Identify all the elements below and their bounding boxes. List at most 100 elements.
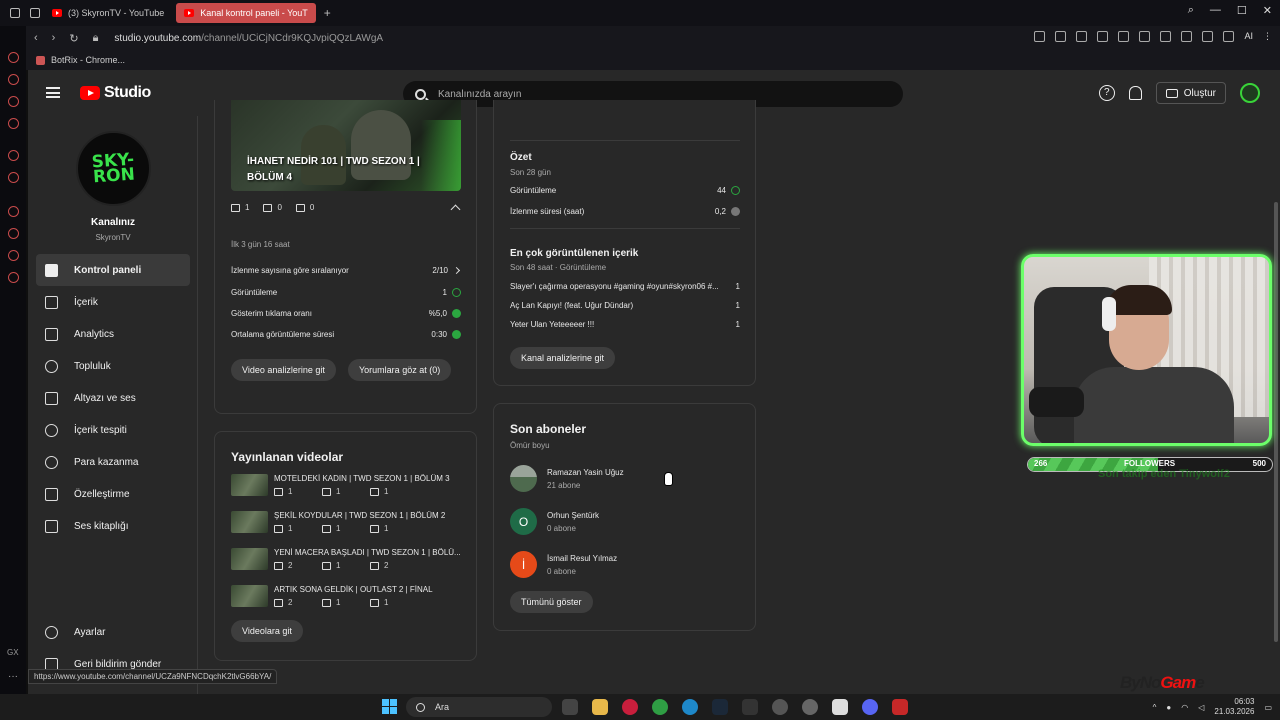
wifi-icon[interactable]: ◠ bbox=[1181, 703, 1188, 712]
subscriber-row[interactable]: Ramazan Yasin Uğuz 21 abone bbox=[510, 465, 740, 493]
channel-analytics-button[interactable]: Kanal analizlerine git bbox=[510, 347, 616, 369]
sidebar-item-content[interactable]: İçerik bbox=[36, 286, 190, 318]
latest-video-thumbnail[interactable]: İHANET NEDİR 101 | TWD SEZON 1 | BÖLÜM 4 bbox=[231, 100, 461, 191]
back-icon[interactable]: ‹ bbox=[34, 32, 38, 45]
forward-icon[interactable]: › bbox=[52, 32, 56, 45]
chevron-up-icon[interactable]: ^ bbox=[1153, 703, 1157, 712]
heart-icon[interactable] bbox=[1118, 31, 1130, 42]
news-icon[interactable] bbox=[8, 96, 19, 107]
likes-icon bbox=[370, 524, 379, 533]
download-icon[interactable] bbox=[1223, 31, 1235, 42]
sidebar-item-copyright[interactable]: İçerik tespiti bbox=[36, 414, 190, 446]
help-icon[interactable]: ? bbox=[1098, 85, 1115, 101]
show-all-subscribers-button[interactable]: Tümünü göster bbox=[510, 591, 593, 613]
subscriber-name: Ramazan Yasin Uğuz bbox=[547, 468, 624, 477]
bookmark-icon[interactable] bbox=[1034, 31, 1046, 42]
menu-icon[interactable] bbox=[46, 87, 60, 98]
file-explorer-icon[interactable] bbox=[592, 699, 608, 715]
control-icon[interactable] bbox=[8, 74, 19, 85]
bookmark-botrix[interactable]: BotRix - Chrome... bbox=[51, 55, 125, 65]
go-to-videos-button[interactable]: Videolara git bbox=[231, 620, 303, 642]
sidebar-item-analytics[interactable]: Analytics bbox=[36, 318, 190, 350]
video-analytics-button[interactable]: Video analizlerine git bbox=[231, 359, 336, 381]
video-row[interactable]: ARTIK SONA GELDİK | OUTLAST 2 | FİNAL 21… bbox=[231, 585, 471, 609]
puzzle-icon[interactable] bbox=[1181, 31, 1193, 42]
gx-icon[interactable]: GX bbox=[7, 648, 19, 657]
sidebar-item-subtitles[interactable]: Altyazı ve ses bbox=[36, 382, 190, 414]
screenshot-icon[interactable] bbox=[1055, 31, 1067, 42]
extension-icon[interactable] bbox=[1076, 31, 1088, 42]
workspace-icon[interactable] bbox=[30, 8, 40, 18]
search-input[interactable] bbox=[438, 88, 858, 100]
extensions-icon[interactable] bbox=[8, 250, 19, 261]
notifications-icon[interactable] bbox=[1128, 86, 1142, 100]
browser-tab-studio[interactable]: Kanal kontrol paneli - YouT bbox=[176, 3, 316, 23]
settings-icon[interactable] bbox=[8, 272, 19, 283]
speed-dial-icon[interactable] bbox=[8, 52, 19, 63]
ai-icon[interactable]: AI bbox=[1244, 31, 1253, 42]
new-tab-button[interactable]: + bbox=[324, 6, 331, 20]
obs-icon[interactable] bbox=[772, 699, 788, 715]
video-row[interactable]: YENİ MACERA BAŞLADI | TWD SEZON 1 | BÖLÜ… bbox=[231, 548, 471, 572]
browser-menu-icon[interactable] bbox=[10, 8, 20, 18]
view-comments-button[interactable]: Yorumlara göz at (0) bbox=[348, 359, 452, 381]
opera-gx-icon[interactable] bbox=[622, 699, 638, 715]
url-field[interactable]: studio.youtube.com/channel/UCiCjNCdr9KQJ… bbox=[114, 33, 383, 44]
subscriber-row[interactable]: O Orhun Şentürk 0 abone bbox=[510, 508, 740, 536]
channel-avatar[interactable]: SKY-RON bbox=[76, 131, 151, 206]
sidebar-item-settings[interactable]: Ayarlar bbox=[36, 616, 190, 648]
history-icon[interactable] bbox=[8, 228, 19, 239]
collapse-chevron-icon[interactable] bbox=[450, 204, 461, 215]
browser-tab-youtube[interactable]: (3) SkyronTV - YouTube bbox=[44, 3, 172, 23]
sidebar-item-audio-library[interactable]: Ses kitaplığı bbox=[36, 510, 190, 542]
windows-start-icon[interactable] bbox=[382, 699, 397, 714]
recent-subscribers-title: Son aboneler bbox=[510, 422, 587, 436]
studio-logo[interactable]: Studio bbox=[80, 84, 151, 102]
top-content-row[interactable]: Yeter Ulan Yeteeeeer !!! 1 bbox=[510, 320, 740, 329]
more-icon[interactable]: ··· bbox=[8, 671, 18, 682]
extension-icon[interactable] bbox=[1139, 31, 1151, 42]
clock[interactable]: 06:03 21.03.2026 bbox=[1214, 697, 1254, 717]
player-icon[interactable] bbox=[8, 206, 19, 217]
twitch-icon[interactable] bbox=[8, 172, 19, 183]
chatgpt-icon[interactable] bbox=[8, 150, 19, 161]
app-icon[interactable] bbox=[892, 699, 908, 715]
top-content-row[interactable]: Aç Lan Kapıyı! (feat. Uğur Dündar) 1 bbox=[510, 301, 740, 310]
music-icon[interactable] bbox=[8, 118, 19, 129]
minimize-icon[interactable]: — bbox=[1210, 4, 1221, 17]
notepad-icon[interactable] bbox=[832, 699, 848, 715]
steelseries-icon[interactable] bbox=[802, 699, 818, 715]
taskbar-search[interactable]: Ara bbox=[406, 697, 552, 717]
video-row[interactable]: MOTELDEKİ KADIN | TWD SEZON 1 | BÖLÜM 3 … bbox=[231, 474, 471, 498]
subscriber-row[interactable]: İ İsmail Resul Yılmaz 0 abone bbox=[510, 551, 740, 579]
extension-icon[interactable] bbox=[1160, 31, 1172, 42]
volume-icon[interactable]: ◁ bbox=[1198, 703, 1204, 712]
reload-icon[interactable]: ↻ bbox=[69, 32, 78, 45]
sidebar-item-monetization[interactable]: Para kazanma bbox=[36, 446, 190, 478]
stat-row-rank[interactable]: İzlenme sayısına göre sıralanıyor 2/10 bbox=[231, 266, 461, 275]
video-row[interactable]: ŞEKİL KOYDULAR | TWD SEZON 1 | BÖLÜM 2 1… bbox=[231, 511, 471, 535]
menu-icon[interactable]: ⋮ bbox=[1263, 31, 1272, 42]
scrollbar[interactable] bbox=[1274, 202, 1278, 642]
epic-games-icon[interactable] bbox=[742, 699, 758, 715]
profile-icon[interactable] bbox=[1202, 31, 1214, 42]
search-tabs-icon[interactable]: ⌕ bbox=[1188, 4, 1194, 17]
close-icon[interactable]: ✕ bbox=[1263, 4, 1272, 17]
sidebar-item-community[interactable]: Topluluk bbox=[36, 350, 190, 382]
top-content-row[interactable]: Slayer'ı çağırma operasyonu #gaming #oyu… bbox=[510, 282, 740, 291]
steam-icon[interactable] bbox=[712, 699, 728, 715]
chrome-icon[interactable] bbox=[652, 699, 668, 715]
discord-icon[interactable] bbox=[862, 699, 878, 715]
analytics-icon bbox=[45, 327, 58, 341]
views-icon bbox=[274, 524, 283, 533]
edge-icon[interactable] bbox=[682, 699, 698, 715]
account-avatar[interactable] bbox=[1240, 83, 1260, 103]
create-button[interactable]: Oluştur bbox=[1155, 82, 1226, 104]
sidebar-item-dashboard[interactable]: Kontrol paneli bbox=[36, 254, 190, 286]
sidebar-item-customization[interactable]: Özelleştirme bbox=[36, 478, 190, 510]
maximize-icon[interactable]: ☐ bbox=[1237, 4, 1247, 17]
microphone-icon[interactable]: ● bbox=[1166, 703, 1171, 712]
player-icon[interactable] bbox=[1097, 31, 1109, 42]
task-view-icon[interactable] bbox=[562, 699, 578, 715]
notifications-icon[interactable]: ▭ bbox=[1264, 703, 1272, 712]
